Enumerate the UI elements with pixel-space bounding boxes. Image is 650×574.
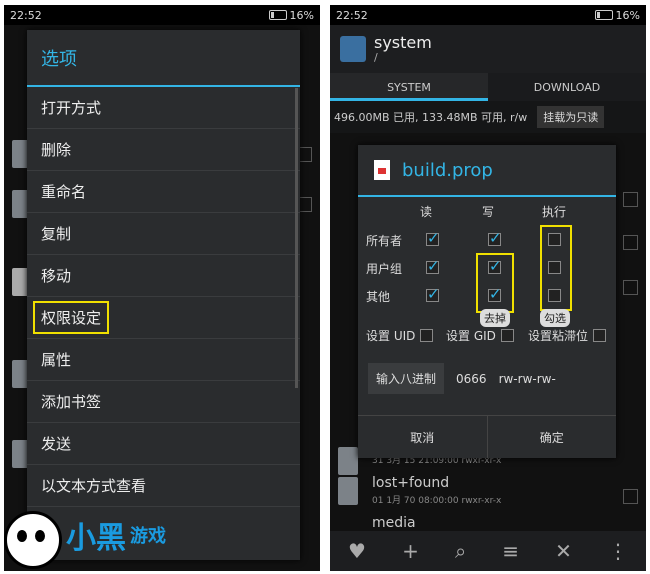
dialog-title: build.prop	[358, 145, 616, 197]
scrollbar[interactable]	[295, 88, 298, 388]
file-icon	[374, 160, 390, 180]
menu-item[interactable]: 权限设定	[27, 297, 300, 339]
cancel-button[interactable]: 取消	[358, 416, 487, 458]
more-icon[interactable]: ⋮	[608, 539, 628, 563]
dialog-title: 选项	[27, 30, 300, 87]
setgid-checkbox[interactable]	[500, 329, 514, 342]
tab-bar: SYSTEM DOWNLOAD	[330, 73, 646, 101]
file-row[interactable]: lost+found 01 1月 70 08:00:00 rwxr-xr-x	[330, 473, 646, 509]
heart-icon[interactable]: ♥	[348, 539, 366, 563]
bg-checkbox	[623, 489, 638, 504]
status-time: 22:52	[10, 8, 42, 22]
menu-item[interactable]: 重命名	[27, 171, 300, 213]
bg-checkbox	[623, 235, 638, 250]
watermark-text-small: 游戏	[130, 526, 166, 547]
setuid-checkbox[interactable]	[420, 329, 434, 342]
dialog-buttons: 取消 确定	[358, 415, 616, 458]
app-title: system	[374, 32, 432, 52]
perm-write-checkbox[interactable]	[488, 229, 502, 247]
tab-download[interactable]: DOWNLOAD	[488, 73, 646, 101]
file-name: media	[372, 515, 416, 531]
highlight-exec	[540, 225, 572, 311]
plus-icon[interactable]: +	[402, 539, 419, 563]
battery-icon	[268, 10, 287, 20]
menu-item[interactable]: 打开方式	[27, 87, 300, 129]
octal-row: 输入八进制 0666 rw-rw-rw-	[368, 363, 556, 394]
folder-icon	[338, 447, 358, 475]
note-remove: 去掉	[480, 309, 510, 327]
perm-read-checkbox[interactable]	[426, 229, 440, 247]
watermark-logo: 小黑 游戏	[0, 505, 200, 574]
highlight-write	[476, 253, 514, 313]
app-icon[interactable]	[340, 36, 366, 62]
perm-row-label: 其他	[366, 290, 391, 304]
perm-row-label: 所有者	[366, 234, 403, 248]
perm-read-checkbox[interactable]	[426, 285, 440, 303]
menu-item[interactable]: 发送	[27, 423, 300, 465]
file-meta: 01 1月 70 08:00:00 rwxr-xr-x	[372, 496, 502, 506]
battery-icon	[594, 10, 613, 20]
options-dialog: 选项 打开方式 删除 重命名 复制 移动权限设定属性 添加书签 发送 以文本方式查看	[27, 30, 300, 560]
permissions-dialog: build.prop 读 写 执行 所有者用户组其他 去掉 勾选 设置 UID …	[358, 145, 616, 458]
app-path: /	[374, 50, 378, 64]
setgid-option[interactable]: 设置 GID	[446, 327, 514, 344]
setuid-option[interactable]: 设置 UID	[366, 327, 434, 344]
header-exec: 执行	[542, 205, 567, 219]
panda-icon	[4, 511, 62, 569]
right-screenshot: 22:52 16% system / SYSTEM DOWNLOAD 496.0…	[330, 5, 646, 571]
menu-item[interactable]: 属性	[27, 339, 300, 381]
octal-value: 0666	[456, 371, 487, 386]
search-icon[interactable]: ⌕	[455, 539, 466, 563]
octal-input-button[interactable]: 输入八进制	[368, 363, 445, 394]
status-time: 22:52	[336, 8, 368, 22]
bg-checkbox	[623, 192, 638, 207]
close-icon[interactable]: ✕	[555, 539, 572, 563]
menu-item[interactable]: 以文本方式查看	[27, 465, 300, 507]
storage-info-bar: 496.00MB 已用, 133.48MB 可用, r/w 挂载为只读	[330, 101, 646, 133]
mount-readonly-button[interactable]: 挂载为只读	[537, 106, 605, 128]
menu-item[interactable]: 添加书签	[27, 381, 300, 423]
ok-button[interactable]: 确定	[486, 416, 617, 458]
options-menu: 打开方式 删除 重命名 复制 移动权限设定属性 添加书签 发送 以文本方式查看	[27, 87, 300, 507]
app-bar: system /	[330, 25, 646, 73]
tab-system[interactable]: SYSTEM	[330, 73, 488, 101]
menu-item[interactable]: 移动	[27, 255, 300, 297]
file-name: lost+found	[372, 475, 450, 491]
perm-row-label: 用户组	[366, 262, 403, 276]
status-bar: 22:52 16%	[330, 5, 646, 25]
perm-read-checkbox[interactable]	[426, 257, 440, 275]
battery-indicator: 16%	[594, 9, 640, 22]
note-check: 勾选	[540, 309, 570, 327]
sticky-checkbox[interactable]	[593, 329, 607, 342]
menu-item[interactable]: 复制	[27, 213, 300, 255]
sort-icon[interactable]: ≡	[502, 539, 519, 563]
sticky-option[interactable]: 设置粘滞位	[528, 327, 607, 344]
watermark-text: 小黑	[66, 521, 126, 556]
bottom-toolbar: ♥ + ⌕ ≡ ✕ ⋮	[330, 531, 646, 571]
highlight-permission: 权限设定	[33, 301, 110, 334]
bg-checkbox	[623, 280, 638, 295]
menu-item[interactable]: 删除	[27, 129, 300, 171]
battery-indicator: 16%	[268, 9, 314, 22]
header-read: 读	[420, 205, 433, 219]
octal-string: rw-rw-rw-	[498, 371, 556, 386]
left-screenshot: 22:52 16% 选项 打开方式 删除 重命名 复制 移动权限设定属性 添加书签 发送 以文…	[4, 5, 320, 571]
status-bar: 22:52 16%	[4, 5, 320, 25]
storage-info: 496.00MB 已用, 133.48MB 可用, r/w	[334, 111, 528, 124]
header-write: 写	[482, 205, 495, 219]
folder-icon	[338, 477, 358, 505]
